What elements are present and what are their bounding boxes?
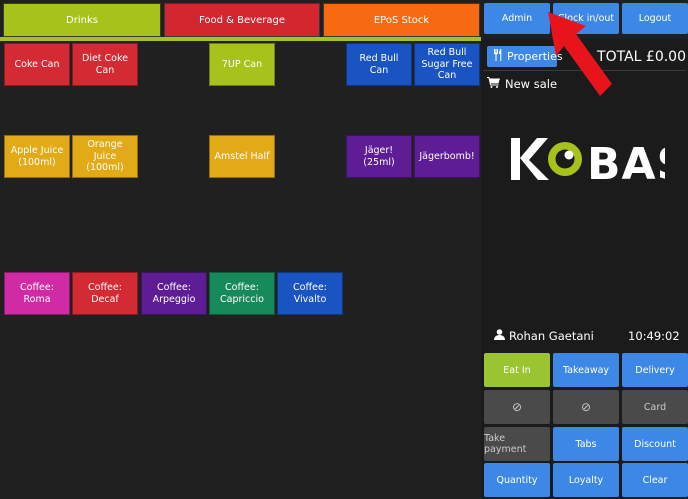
disabled-button-2[interactable]: ⊘ bbox=[553, 390, 619, 424]
user-icon bbox=[494, 329, 505, 343]
product-diet-coke-can[interactable]: Diet Coke Can bbox=[72, 43, 138, 86]
utensils-icon bbox=[493, 49, 503, 64]
loyalty-button[interactable]: Loyalty bbox=[553, 463, 619, 497]
clear-button[interactable]: Clear bbox=[622, 463, 688, 497]
kobas-logo: BAS bbox=[511, 138, 665, 184]
product-coffee-roma[interactable]: Coffee: Roma bbox=[4, 272, 70, 315]
svg-text:BAS: BAS bbox=[587, 139, 665, 184]
logout-button[interactable]: Logout bbox=[622, 3, 688, 34]
product-coffee-decaf[interactable]: Coffee: Decaf bbox=[72, 272, 138, 315]
product-apple-juice[interactable]: Apple Juice (100ml) bbox=[4, 135, 70, 178]
current-time: 10:49:02 bbox=[628, 329, 680, 343]
product-coke-can[interactable]: Coke Can bbox=[4, 43, 70, 86]
delivery-button[interactable]: Delivery bbox=[622, 353, 688, 387]
product-coffee-capriccio[interactable]: Coffee: Capriccio bbox=[209, 272, 275, 315]
tab-drinks[interactable]: Drinks bbox=[3, 3, 161, 37]
eat-in-button[interactable]: Eat In bbox=[484, 353, 550, 387]
quantity-button[interactable]: Quantity bbox=[484, 463, 550, 497]
annotation-arrow-icon bbox=[548, 12, 612, 96]
product-amstel-half[interactable]: Amstel Half bbox=[209, 135, 275, 178]
tabs-button[interactable]: Tabs bbox=[553, 427, 619, 461]
product-coffee-vivalto[interactable]: Coffee: Vivalto bbox=[277, 272, 343, 315]
takeaway-button[interactable]: Takeaway bbox=[553, 353, 619, 387]
active-tab-underline bbox=[0, 37, 481, 41]
product-red-bull-can[interactable]: Red Bull Can bbox=[346, 43, 412, 86]
product-orange-juice[interactable]: Orange Juice (100ml) bbox=[72, 135, 138, 178]
discount-button[interactable]: Discount bbox=[622, 427, 688, 461]
product-jager[interactable]: Jäger! (25ml) bbox=[346, 135, 412, 178]
card-button[interactable]: Card bbox=[622, 390, 688, 424]
product-red-bull-sugar-free-can[interactable]: Red Bull Sugar Free Can bbox=[414, 43, 480, 86]
product-coffee-arpeggio[interactable]: Coffee: Arpeggio bbox=[141, 272, 207, 315]
staff-name: Rohan Gaetani bbox=[509, 329, 594, 343]
tab-food-beverage[interactable]: Food & Beverage bbox=[164, 3, 320, 37]
staff-info: Rohan Gaetani bbox=[494, 329, 594, 343]
shopping-cart-icon bbox=[487, 77, 500, 91]
disabled-button-1[interactable]: ⊘ bbox=[484, 390, 550, 424]
tab-epos-stock[interactable]: EPoS Stock bbox=[323, 3, 480, 37]
product-7up-can[interactable]: 7UP Can bbox=[209, 43, 275, 86]
product-jagerbomb[interactable]: Jägerbomb! bbox=[414, 135, 480, 178]
take-payment-button[interactable]: Take payment bbox=[484, 427, 550, 461]
